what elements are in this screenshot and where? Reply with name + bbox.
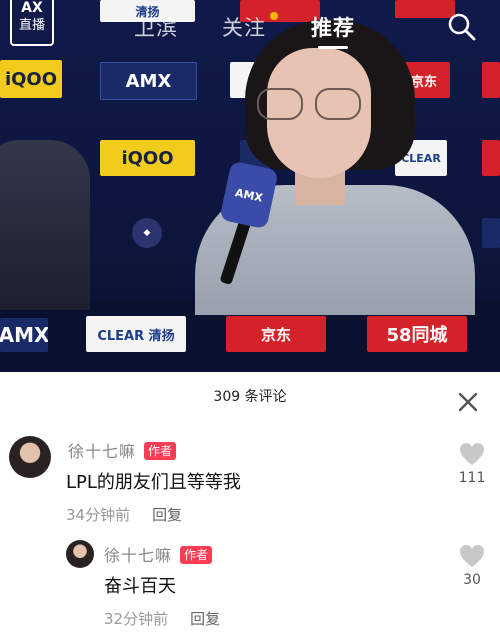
sponsor-amx-top: AMX <box>100 62 197 100</box>
author-badge: 作者 <box>180 546 213 564</box>
comment-meta: 32分钟前 回复 <box>104 608 220 629</box>
like-count: 111 <box>458 470 486 486</box>
like-button[interactable]: 30 <box>452 544 492 588</box>
comment-item: 徐十七嘛 作者 LPL的朋友们且等等我 34分钟前 回复 111 <box>0 372 500 532</box>
sponsor-iqoo-left: iQOO <box>0 60 62 98</box>
like-count: 30 <box>463 572 481 588</box>
heart-icon <box>460 443 484 465</box>
reply-button[interactable]: 回复 <box>190 610 220 628</box>
comment-text: LPL的朋友们且等等我 <box>66 472 241 493</box>
author-name[interactable]: 徐十七嘛 <box>104 546 172 565</box>
comments-sheet: 309 条评论 徐十七嘛 作者 LPL的朋友们且等等我 34分钟前 回复 111 徐… <box>0 372 500 632</box>
tab-following[interactable]: 关注 <box>222 12 266 42</box>
heart-icon <box>460 545 484 567</box>
like-button[interactable]: 111 <box>452 442 492 486</box>
comment-time: 34分钟前 <box>66 506 131 524</box>
speaker: AMX <box>185 0 475 315</box>
sponsor-panel <box>482 218 500 248</box>
comment-author[interactable]: 徐十七嘛 作者 <box>68 438 177 462</box>
sponsor-58-bottom: 58同城 <box>367 316 467 352</box>
author-badge: 作者 <box>144 442 177 460</box>
comment-meta: 34分钟前 回复 <box>66 504 182 525</box>
top-nav: 卫滨 关注 推荐 <box>0 12 500 49</box>
search-icon[interactable] <box>447 12 477 42</box>
comment-text: 奋斗百天 <box>104 576 176 597</box>
video-player[interactable]: 清扬 iQOO AMX 京东 iQOO CLEAR ◆ AMX AMX CLEA… <box>0 0 500 372</box>
avatar[interactable] <box>9 436 51 478</box>
sponsor-panel <box>482 140 500 176</box>
team-logo-icon: ◆ <box>132 218 162 248</box>
active-tab-indicator <box>318 46 348 49</box>
tab-recommended[interactable]: 推荐 <box>311 12 355 42</box>
unread-dot <box>270 12 278 20</box>
reply-button[interactable]: 回复 <box>152 506 182 524</box>
sponsor-clear-bottom: CLEAR 清扬 <box>86 316 186 352</box>
sponsor-iqoo-mid: iQOO <box>100 140 195 176</box>
sponsor-jd-bottom: 京东 <box>226 316 326 352</box>
tab-local[interactable]: 卫滨 <box>134 12 178 42</box>
person-left <box>0 140 90 310</box>
sponsor-amx-bottom-left: AMX <box>0 318 48 352</box>
author-name[interactable]: 徐十七嘛 <box>68 442 136 461</box>
reply-item: 徐十七嘛 作者 奋斗百天 32分钟前 回复 30 <box>0 532 500 632</box>
avatar[interactable] <box>66 540 94 568</box>
comment-author[interactable]: 徐十七嘛 作者 <box>104 542 213 566</box>
comment-time: 32分钟前 <box>104 610 169 628</box>
sponsor-panel <box>482 62 500 98</box>
